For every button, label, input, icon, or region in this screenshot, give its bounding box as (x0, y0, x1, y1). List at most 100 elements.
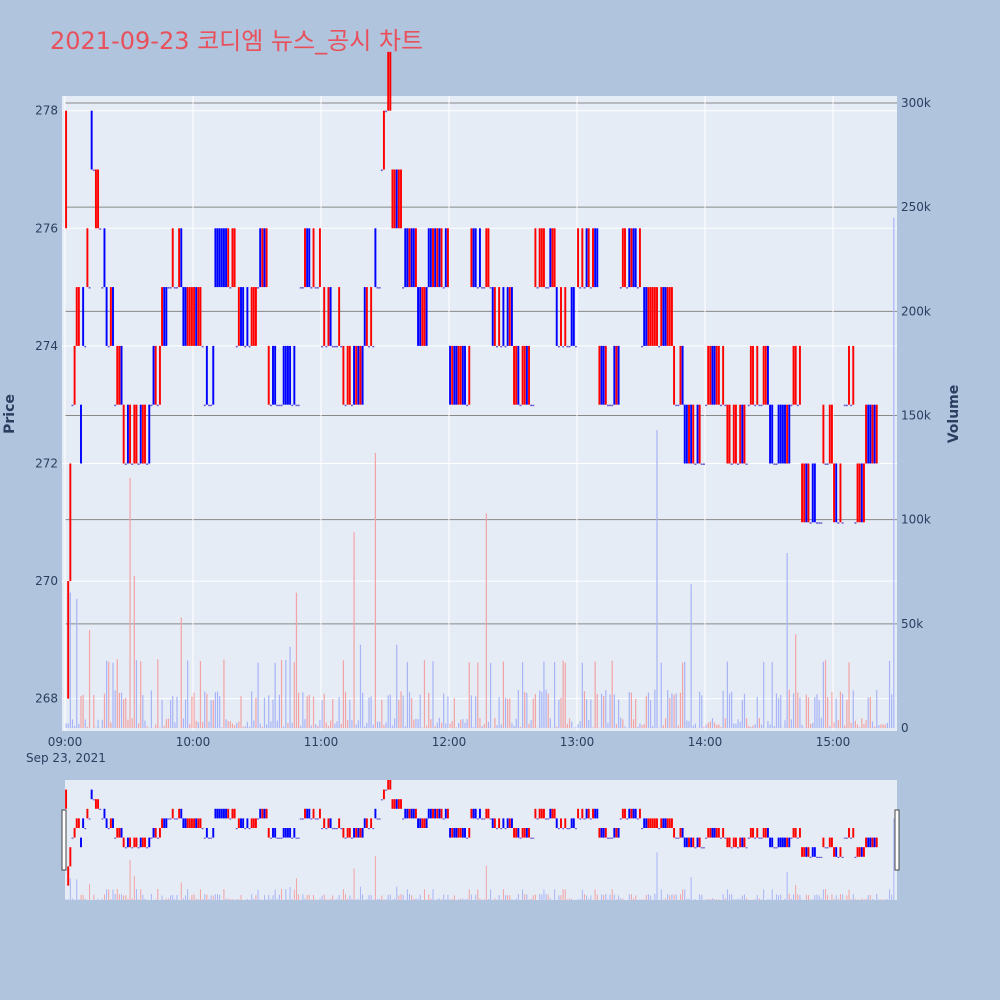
volume-bar (259, 723, 261, 728)
slider-volume-bar (366, 899, 368, 900)
slider-volume-bar (850, 899, 852, 900)
slider-candle (80, 837, 82, 848)
slider-candle (468, 828, 471, 838)
volume-bar (71, 719, 74, 728)
slider-candle (114, 837, 117, 839)
slider-volume-bar (112, 889, 114, 900)
slider-volume-bar (694, 899, 696, 900)
volume-bar (632, 719, 635, 728)
slider-candle (645, 818, 648, 828)
slider-candle (769, 837, 772, 848)
volume-bar (306, 696, 308, 728)
price-candle (773, 463, 776, 465)
volume-bar (778, 698, 780, 728)
price-candle (632, 228, 635, 288)
slider-candle (278, 837, 281, 839)
slider-candle (464, 828, 466, 838)
volume-bar (372, 724, 374, 728)
slider-candle (854, 856, 857, 858)
price-candle (867, 404, 870, 464)
price-candle (391, 169, 394, 229)
slider-candle (380, 799, 383, 801)
price-candle (446, 228, 449, 288)
slider-volume-bar (458, 899, 460, 900)
volume-bar (423, 660, 426, 728)
slider-volume-bar (630, 894, 632, 900)
volume-bar (705, 724, 707, 728)
slider-volume-bar (447, 894, 449, 900)
price-candle (92, 169, 95, 171)
price-candle (758, 404, 761, 407)
volume-bar (261, 726, 263, 728)
price-candle (589, 287, 592, 289)
slider-candle (587, 808, 590, 819)
price-candle (316, 287, 319, 289)
slider-candle (822, 837, 825, 848)
slider-candle (176, 818, 178, 820)
volume-bar (891, 694, 893, 728)
slider-volume-bar (871, 898, 873, 900)
volume-bar (103, 693, 106, 728)
price-candle (436, 228, 439, 288)
slider-candle (385, 789, 388, 791)
price-candle (210, 404, 213, 407)
price-candle (617, 345, 620, 405)
volume-bar (750, 727, 752, 728)
price-candle (414, 228, 417, 288)
slider-candle (811, 847, 814, 857)
volume-bar (176, 696, 178, 728)
price-candle (161, 287, 164, 346)
slider-volume-bar (669, 895, 671, 900)
price-candle (242, 287, 245, 346)
volume-bar (76, 598, 78, 728)
price-candle (743, 404, 746, 464)
range-slider-left-handle[interactable] (61, 809, 67, 871)
volume-bar (522, 662, 524, 728)
price-candle (562, 345, 565, 348)
volume-bar (596, 694, 598, 728)
slider-volume-bar (238, 898, 240, 900)
price-candle (801, 463, 804, 523)
slider-volume-bar (302, 894, 304, 900)
price-candle (150, 404, 153, 407)
volume-bar (191, 696, 193, 728)
slider-volume-bar (259, 899, 261, 900)
volume-bar (532, 698, 534, 728)
slider-volume-bar (799, 895, 801, 900)
slider-candle (641, 828, 644, 830)
range-slider-right-handle[interactable] (894, 809, 900, 871)
price-candle (570, 287, 573, 346)
volume-bar (202, 722, 204, 728)
slider-candle (752, 828, 754, 838)
slider-candle (485, 808, 488, 819)
volume-bar (490, 662, 492, 728)
volume-bar (240, 696, 242, 728)
volume-bar (210, 700, 212, 728)
price-tick-label: 272 (35, 456, 58, 470)
price-candle (99, 228, 102, 230)
volume-bar (831, 692, 833, 728)
slider-volume-bar (566, 899, 568, 900)
volume-bar (234, 725, 236, 728)
slider-candle (470, 808, 473, 819)
price-candle (528, 345, 530, 405)
slider-volume-bar (528, 899, 530, 900)
price-candle (692, 404, 695, 464)
slider-candle (476, 818, 479, 820)
slider-candle (843, 837, 846, 839)
volume-bar (396, 644, 398, 728)
volume-bar (362, 692, 364, 728)
price-candle (180, 228, 183, 288)
range-slider[interactable] (61, 780, 900, 900)
price-candle (353, 345, 356, 405)
volume-bar (436, 722, 438, 728)
price-candle (775, 463, 778, 465)
price-candle (122, 404, 125, 464)
x-tick-label: 15:00 (816, 735, 851, 749)
slider-volume-bar (325, 899, 327, 900)
volume-bar (741, 700, 743, 728)
slider-candle (357, 828, 360, 838)
price-candle (508, 287, 511, 346)
slider-candle (510, 818, 513, 828)
slider-volume-bar (596, 894, 598, 900)
